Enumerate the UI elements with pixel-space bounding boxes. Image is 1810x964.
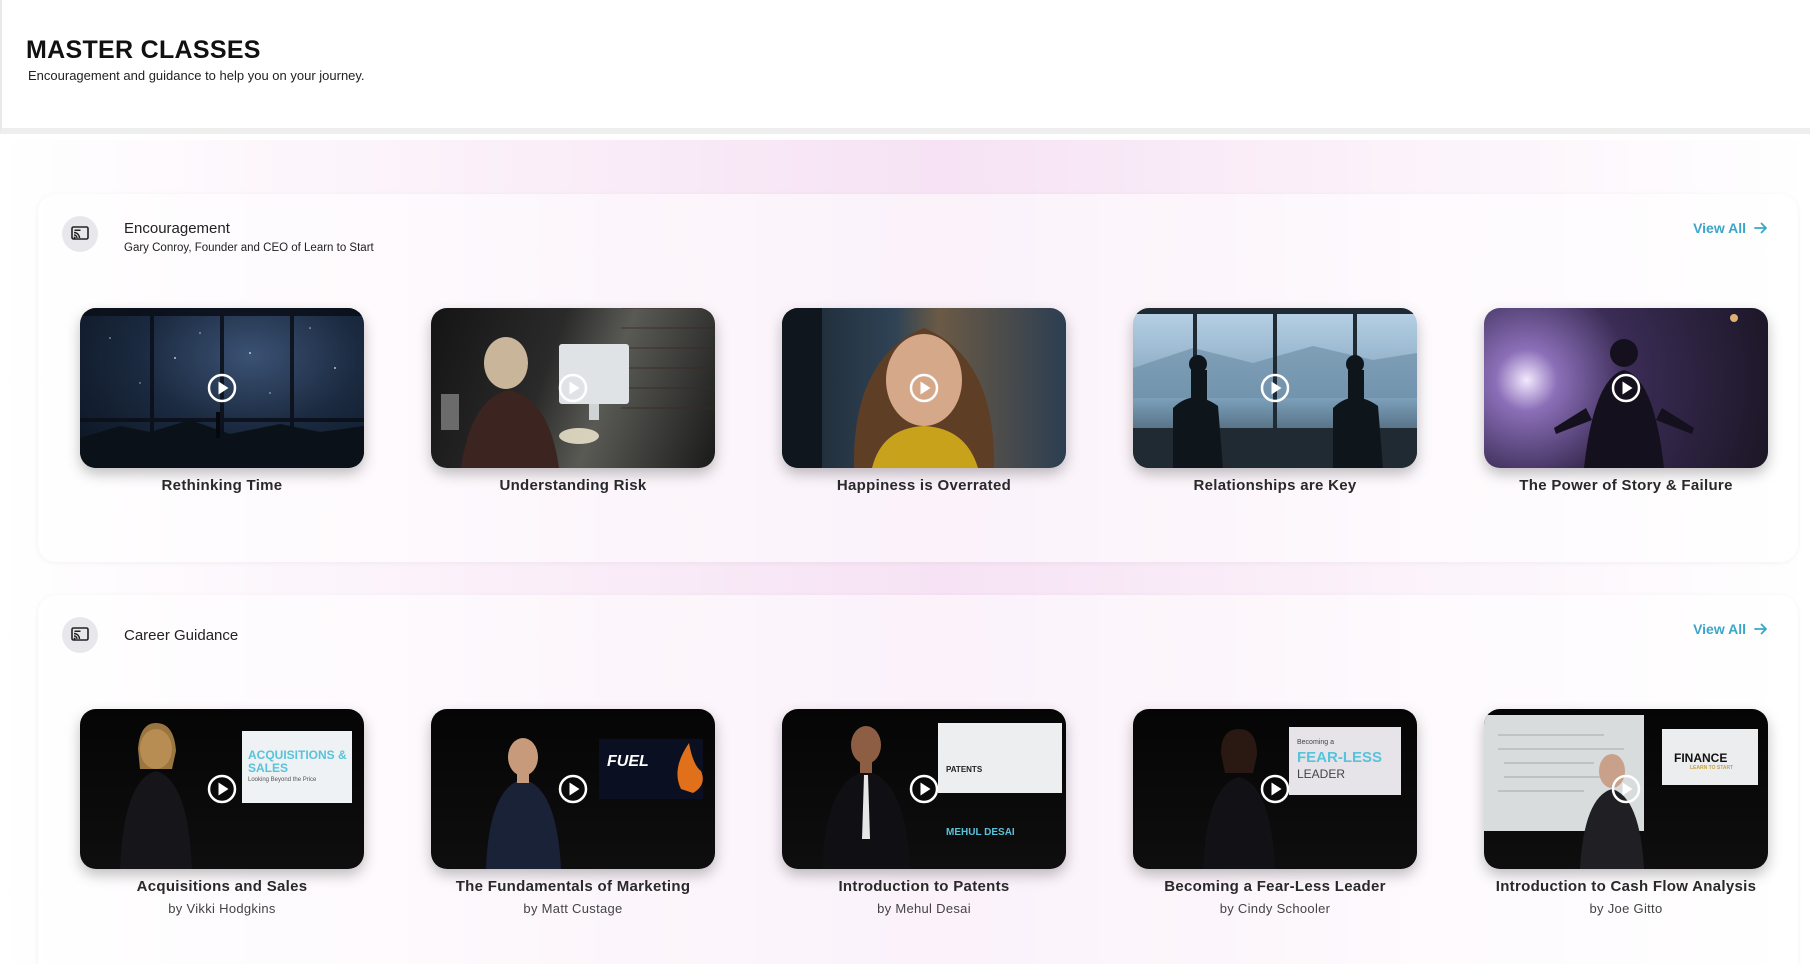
video-thumbnail[interactable] xyxy=(80,308,364,468)
screen-title: FEAR-LESS xyxy=(1297,749,1383,766)
section-encouragement: Encouragement Gary Conroy, Founder and C… xyxy=(38,194,1798,562)
video-author: by Joe Gitto xyxy=(1589,901,1663,916)
video-card[interactable]: Rethinking Time xyxy=(80,308,364,494)
video-card[interactable]: Becoming a FEAR-LESS LEADER Becoming a F… xyxy=(1133,709,1417,916)
video-title[interactable]: Acquisitions and Sales xyxy=(80,878,364,895)
video-card[interactable]: ACQUISITIONS & SALES Looking Beyond the … xyxy=(80,709,364,916)
video-thumbnail[interactable] xyxy=(1133,308,1417,468)
video-author: by Mehul Desai xyxy=(877,901,971,916)
video-card[interactable]: Relationships are Key xyxy=(1133,308,1417,494)
screen-title: FINANCE xyxy=(1674,751,1728,765)
play-icon[interactable] xyxy=(558,774,588,804)
video-card[interactable]: FUEL The Fundamentals of Marketing by Ma… xyxy=(431,709,715,916)
video-card[interactable]: Understanding Risk xyxy=(431,308,715,494)
video-author: by Cindy Schooler xyxy=(1219,901,1331,916)
page-header: MASTER CLASSES Encouragement and guidanc… xyxy=(0,0,1810,134)
page-title: MASTER CLASSES xyxy=(26,36,261,64)
video-author: by Vikki Hodgkins xyxy=(168,901,276,916)
video-thumbnail[interactable]: Becoming a FEAR-LESS LEADER xyxy=(1133,709,1417,869)
play-icon[interactable] xyxy=(207,774,237,804)
video-title[interactable]: Introduction to Patents xyxy=(782,878,1066,895)
screen-subtitle: MEHUL DESAI xyxy=(946,827,1015,838)
screen-title: ACQUISITIONS & SALES xyxy=(248,748,347,775)
video-thumbnail[interactable] xyxy=(431,308,715,468)
screen-title: FUEL xyxy=(607,753,649,770)
play-icon[interactable] xyxy=(1260,774,1290,804)
section-career-guidance: Career Guidance View All ACQUISITIONS & … xyxy=(38,595,1798,964)
play-icon[interactable] xyxy=(1260,373,1290,403)
play-icon[interactable] xyxy=(207,373,237,403)
play-icon[interactable] xyxy=(1611,373,1641,403)
play-icon[interactable] xyxy=(909,373,939,403)
video-title[interactable]: Rethinking Time xyxy=(80,477,364,494)
video-title[interactable]: The Power of Story & Failure xyxy=(1484,477,1768,494)
play-icon[interactable] xyxy=(1611,774,1641,804)
video-card[interactable]: FINANCE LEARN TO START Introduction to C… xyxy=(1484,709,1768,916)
screen-subtitle: LEADER xyxy=(1297,767,1346,781)
video-thumbnail[interactable] xyxy=(782,308,1066,468)
page-subtitle: Encouragement and guidance to help you o… xyxy=(28,68,365,83)
video-title[interactable]: Relationships are Key xyxy=(1133,477,1417,494)
video-title[interactable]: Happiness is Overrated xyxy=(782,477,1066,494)
play-icon[interactable] xyxy=(558,373,588,403)
screen-subtitle: Looking Beyond the Price xyxy=(248,777,317,783)
video-thumbnail[interactable]: PATENTS MEHUL DESAI xyxy=(782,709,1066,869)
screen-subtitle: LEARN TO START xyxy=(1690,765,1734,771)
video-author: by Matt Custage xyxy=(523,901,623,916)
video-card[interactable]: The Power of Story & Failure xyxy=(1484,308,1768,494)
video-title[interactable]: Introduction to Cash Flow Analysis xyxy=(1484,878,1768,895)
video-title[interactable]: The Fundamentals of Marketing xyxy=(431,878,715,895)
video-card[interactable]: Happiness is Overrated xyxy=(782,308,1066,494)
video-thumbnail[interactable]: FUEL xyxy=(431,709,715,869)
screen-title: PATENTS xyxy=(946,765,983,774)
video-title[interactable]: Understanding Risk xyxy=(431,477,715,494)
screen-pretitle: Becoming a xyxy=(1297,739,1334,746)
video-thumbnail[interactable]: ACQUISITIONS & SALES Looking Beyond the … xyxy=(80,709,364,869)
video-card[interactable]: PATENTS MEHUL DESAI Introduction to Pate… xyxy=(782,709,1066,916)
video-thumbnail[interactable]: FINANCE LEARN TO START xyxy=(1484,709,1768,869)
main-content: Encouragement Gary Conroy, Founder and C… xyxy=(0,140,1810,964)
play-icon[interactable] xyxy=(909,774,939,804)
video-title[interactable]: Becoming a Fear-Less Leader xyxy=(1133,878,1417,895)
video-thumbnail[interactable] xyxy=(1484,308,1768,468)
